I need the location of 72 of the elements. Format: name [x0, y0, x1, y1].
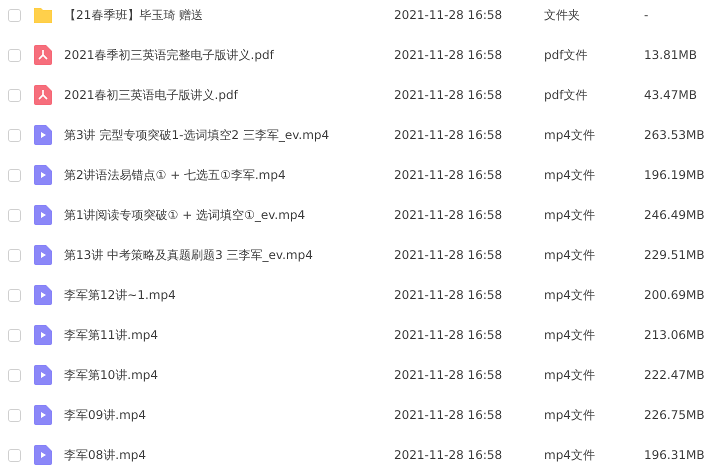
file-size: 226.75MB [644, 408, 705, 422]
video-file-icon [34, 285, 52, 305]
file-size: 13.81MB [644, 48, 697, 62]
checkbox[interactable] [8, 48, 21, 62]
checkbox[interactable] [8, 128, 21, 142]
file-type: mp4文件 [544, 408, 595, 422]
file-size: 246.49MB [644, 208, 705, 222]
pdf-icon [34, 85, 52, 105]
checkbox[interactable] [8, 448, 21, 462]
modified-date: 2021-11-28 16:58 [394, 248, 502, 262]
modified-date: 2021-11-28 16:58 [394, 48, 502, 62]
modified-date: 2021-11-28 16:58 [394, 448, 502, 462]
file-size: 43.47MB [644, 88, 697, 102]
checkbox[interactable] [8, 168, 21, 182]
checkbox[interactable] [8, 328, 21, 342]
modified-date: 2021-11-28 16:58 [394, 368, 502, 382]
file-size: 200.69MB [644, 288, 705, 302]
file-name[interactable]: 2021春季初三英语完整电子版讲义.pdf [64, 48, 274, 62]
file-type: mp4文件 [544, 288, 595, 302]
modified-date: 2021-11-28 16:58 [394, 128, 502, 142]
video-file-icon [34, 125, 52, 145]
file-size: - [644, 8, 648, 22]
file-size: 213.06MB [644, 328, 705, 342]
modified-date: 2021-11-28 16:58 [394, 328, 502, 342]
file-type: mp4文件 [544, 448, 595, 462]
file-name[interactable]: 李军09讲.mp4 [64, 408, 146, 422]
checkbox[interactable] [8, 208, 21, 222]
file-size: 263.53MB [644, 128, 705, 142]
file-size: 196.19MB [644, 168, 705, 182]
file-type: mp4文件 [544, 168, 595, 182]
modified-date: 2021-11-28 16:58 [394, 288, 502, 302]
modified-date: 2021-11-28 16:58 [394, 168, 502, 182]
video-file-icon [34, 445, 52, 465]
pdf-icon [34, 45, 52, 65]
file-type: pdf文件 [544, 48, 588, 62]
file-name[interactable]: 李军第12讲~1.mp4 [64, 288, 176, 302]
file-size: 222.47MB [644, 368, 705, 382]
file-type: mp4文件 [544, 248, 595, 262]
file-type: 文件夹 [544, 8, 580, 22]
checkbox[interactable] [8, 368, 21, 382]
file-size: 196.31MB [644, 448, 705, 462]
file-name[interactable]: 第3讲 完型专项突破1-选词填空2 三李军_ev.mp4 [64, 128, 330, 142]
file-type: mp4文件 [544, 208, 595, 222]
modified-date: 2021-11-28 16:58 [394, 8, 502, 22]
file-name[interactable]: 第2讲语法易错点① + 七选五①李军.mp4 [64, 168, 286, 182]
checkbox[interactable] [8, 8, 21, 22]
video-file-icon [34, 205, 52, 225]
checkbox[interactable] [8, 248, 21, 262]
file-type: mp4文件 [544, 128, 595, 142]
modified-date: 2021-11-28 16:58 [394, 408, 502, 422]
file-name[interactable]: 李军第11讲.mp4 [64, 328, 158, 342]
video-file-icon [34, 325, 52, 345]
checkbox[interactable] [8, 88, 21, 102]
file-name[interactable]: 第13讲 中考策略及真题刷题3 三李军_ev.mp4 [64, 248, 313, 262]
modified-date: 2021-11-28 16:58 [394, 88, 502, 102]
file-type: mp4文件 [544, 368, 595, 382]
file-name[interactable]: 第1讲阅读专项突破① + 选词填空①_ev.mp4 [64, 208, 306, 222]
file-name[interactable]: 2021春初三英语电子版讲义.pdf [64, 88, 238, 102]
checkbox[interactable] [8, 408, 21, 422]
file-name[interactable]: 李军第10讲.mp4 [64, 368, 158, 382]
file-type: mp4文件 [544, 328, 595, 342]
video-file-icon [34, 365, 52, 385]
file-size: 229.51MB [644, 248, 705, 262]
file-type: pdf文件 [544, 88, 588, 102]
video-file-icon [34, 405, 52, 425]
file-name[interactable]: 李军08讲.mp4 [64, 448, 146, 462]
checkbox[interactable] [8, 288, 21, 302]
video-file-icon [34, 165, 52, 185]
folder-icon [34, 5, 52, 25]
video-file-icon [34, 245, 52, 265]
file-name[interactable]: 【21春季班】毕玉琦 赠送 [64, 8, 204, 22]
modified-date: 2021-11-28 16:58 [394, 208, 502, 222]
